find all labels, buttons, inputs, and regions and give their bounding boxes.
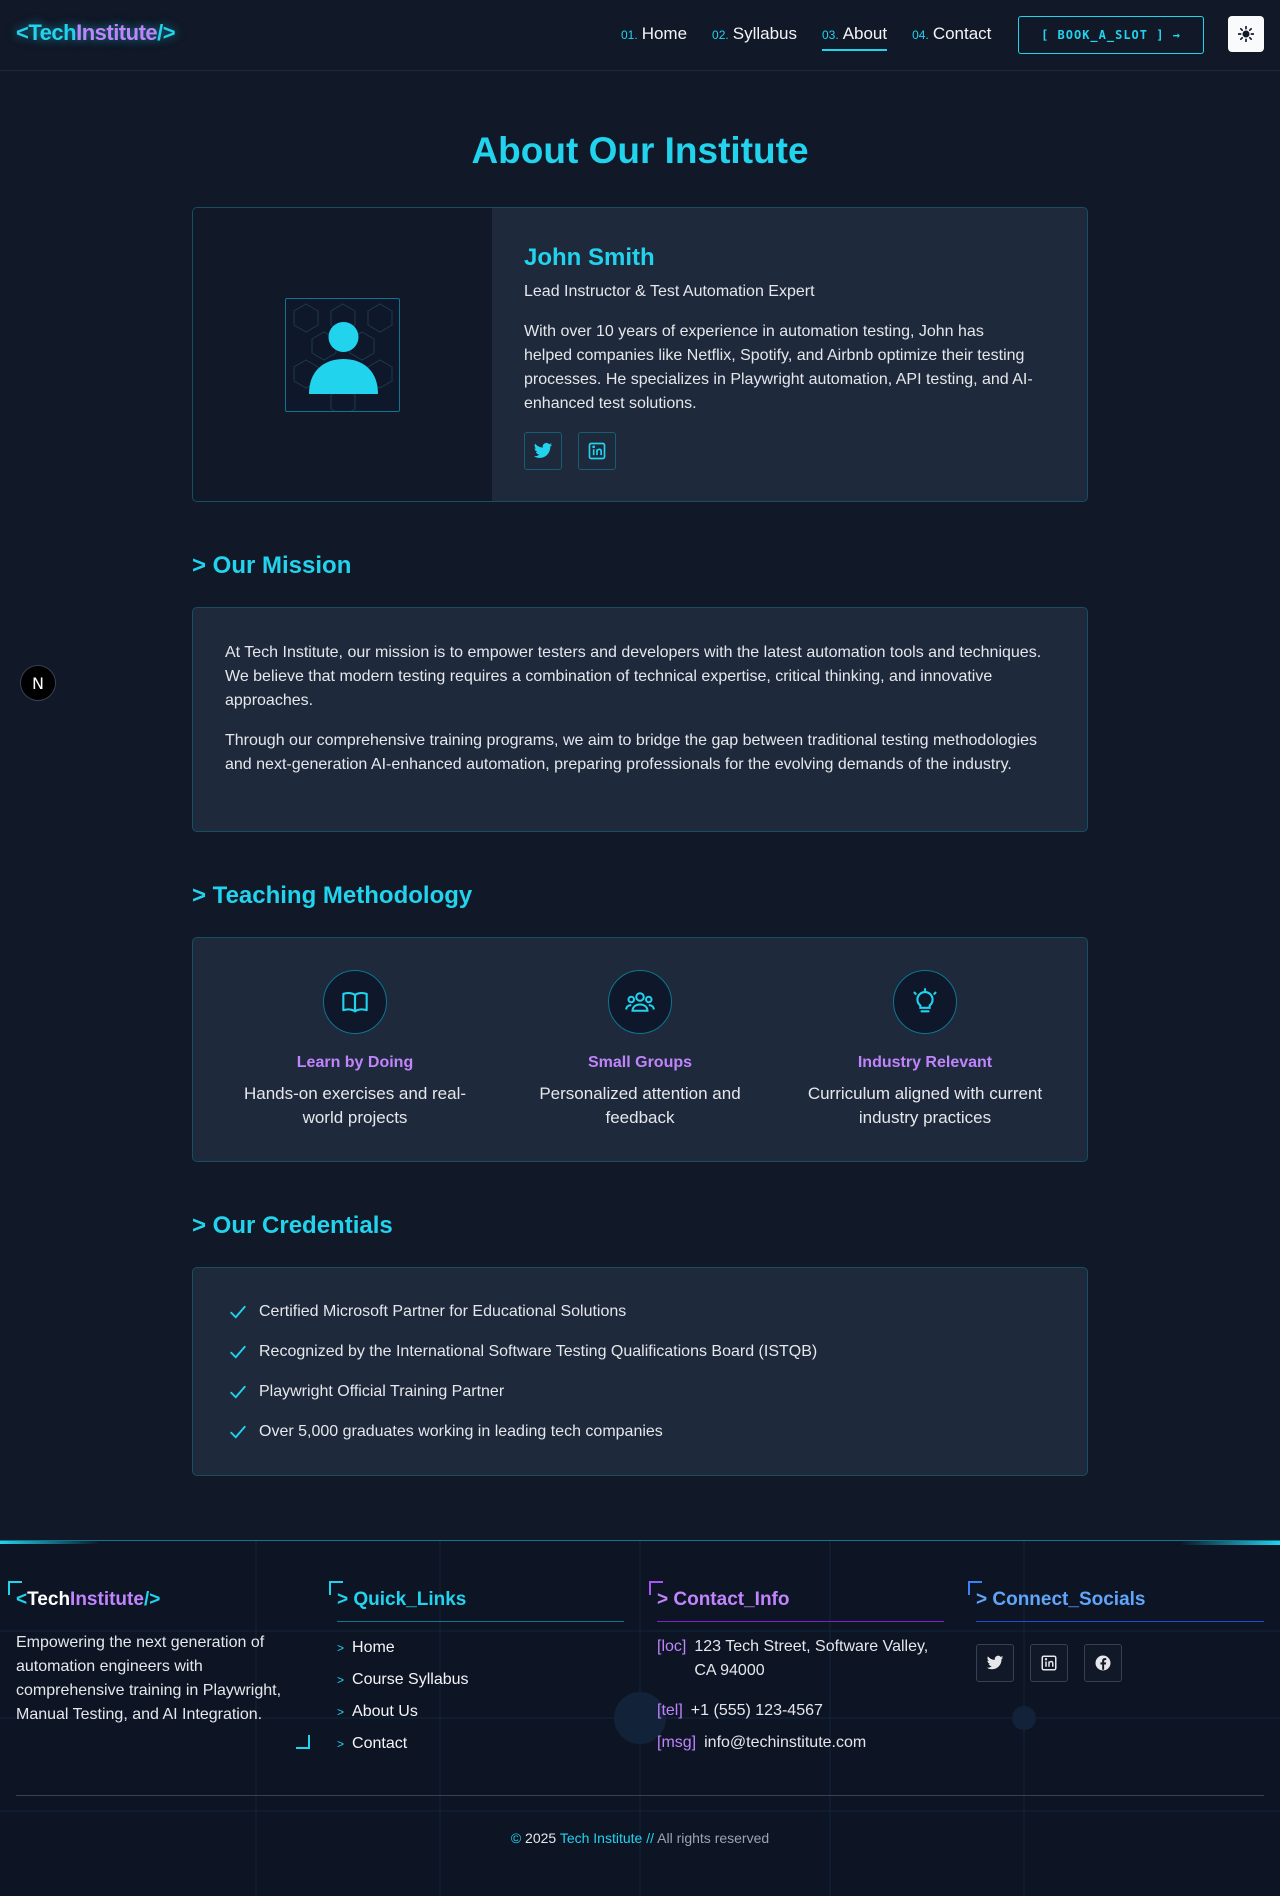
method-item: Industry Relevant Curriculum aligned wit… bbox=[805, 970, 1045, 1130]
twitter-icon bbox=[533, 442, 553, 458]
check-icon bbox=[230, 1345, 246, 1359]
instructor-linkedin-link[interactable] bbox=[578, 432, 616, 470]
instructor-role: Lead Instructor & Test Automation Expert bbox=[524, 283, 815, 300]
copyright: © 2025 Tech Institute // All rights rese… bbox=[510, 1830, 770, 1846]
method-desc: Personalized attention and feedback bbox=[539, 1084, 741, 1127]
credential-item: Playwright Official Training Partner bbox=[229, 1380, 504, 1404]
book-slot-button[interactable]: [ BOOK_A_SLOT ] → bbox=[1018, 16, 1204, 54]
methodology-card: Learn by Doing Hands-on exercises and re… bbox=[192, 937, 1088, 1162]
method-title: Industry Relevant bbox=[857, 1054, 993, 1071]
mission-card: At Tech Institute, our mission is to emp… bbox=[192, 607, 1088, 832]
mission-paragraph: Through our comprehensive training progr… bbox=[225, 732, 1038, 773]
method-item: Learn by Doing Hands-on exercises and re… bbox=[235, 970, 475, 1130]
check-icon bbox=[230, 1385, 246, 1399]
method-desc: Hands-on exercises and real-world projec… bbox=[243, 1084, 467, 1127]
instructor-twitter-link[interactable] bbox=[524, 432, 562, 470]
theme-toggle-button[interactable] bbox=[1228, 16, 1264, 52]
lightbulb-icon bbox=[913, 988, 937, 1013]
instructor-bio: With over 10 years of experience in auto… bbox=[524, 323, 1033, 412]
method-title: Small Groups bbox=[587, 1054, 693, 1071]
book-icon bbox=[342, 992, 368, 1013]
user-avatar-icon bbox=[293, 303, 393, 411]
footer: <TechInstitute/> Empowering the next gen… bbox=[0, 1540, 1280, 1896]
logo[interactable]: <TechInstitute/> bbox=[16, 20, 176, 46]
footer-link-contact[interactable]: > Contact bbox=[337, 1735, 407, 1753]
method-item: Small Groups Personalized attention and … bbox=[520, 970, 760, 1130]
mission-paragraph: At Tech Institute, our mission is to emp… bbox=[225, 644, 1042, 709]
linkedin-icon bbox=[1041, 1655, 1057, 1671]
method-desc: Curriculum aligned with current industry… bbox=[807, 1084, 1043, 1127]
nav-home[interactable]: 01. Home bbox=[621, 24, 687, 52]
contact-email[interactable]: [msg] info@techinstitute.com bbox=[657, 1731, 866, 1755]
footer-facebook-link[interactable] bbox=[1084, 1644, 1122, 1682]
contact-info-heading: > Contact_Info bbox=[657, 1589, 790, 1610]
credentials-heading: > Our Credentials bbox=[192, 1212, 393, 1239]
nav-about[interactable]: 03. About bbox=[822, 24, 888, 52]
footer-twitter-link[interactable] bbox=[976, 1644, 1014, 1682]
footer-tagline: Empowering the next generation of automa… bbox=[16, 1634, 282, 1723]
page-title: About Our Institute bbox=[471, 130, 809, 171]
credential-item: Certified Microsoft Partner for Educatio… bbox=[229, 1300, 626, 1324]
method-title: Learn by Doing bbox=[296, 1054, 414, 1071]
check-icon bbox=[230, 1425, 246, 1439]
instructor-name: John Smith bbox=[524, 244, 655, 271]
nav-contact[interactable]: 04. Contact bbox=[912, 24, 991, 52]
footer-linkedin-link[interactable] bbox=[1030, 1644, 1068, 1682]
nav-syllabus[interactable]: 02. Syllabus bbox=[712, 24, 797, 52]
credential-item: Recognized by the International Software… bbox=[229, 1340, 817, 1364]
linkedin-icon bbox=[588, 442, 606, 460]
credentials-card: Certified Microsoft Partner for Educatio… bbox=[192, 1267, 1088, 1476]
contact-phone[interactable]: [tel] +1 (555) 123-4567 bbox=[657, 1699, 823, 1723]
avatar bbox=[285, 298, 400, 412]
footer-link-home[interactable]: > Home bbox=[337, 1639, 395, 1657]
check-icon bbox=[230, 1305, 246, 1319]
facebook-icon bbox=[1095, 1655, 1111, 1671]
dev-tools-badge[interactable]: N bbox=[20, 665, 56, 701]
header: <TechInstitute/> 01. Home 02. Syllabus 03.… bbox=[0, 0, 1280, 71]
footer-link-syllabus[interactable]: > Course Syllabus bbox=[337, 1671, 469, 1689]
contact-address: [loc] 123 Tech Street, Software Valley, C… bbox=[657, 1638, 929, 1679]
quick-links-heading: > Quick_Links bbox=[337, 1589, 467, 1610]
methodology-heading: > Teaching Methodology bbox=[192, 882, 473, 909]
twitter-icon bbox=[986, 1655, 1004, 1670]
mission-heading: > Our Mission bbox=[192, 552, 352, 579]
footer-logo[interactable]: <TechInstitute/> bbox=[16, 1589, 160, 1611]
main-nav: 01. Home 02. Syllabus 03. About 04. Contact bbox=[621, 24, 1016, 52]
socials-heading: > Connect_Socials bbox=[976, 1589, 1146, 1610]
instructor-card: John Smith Lead Instructor & Test Automa… bbox=[192, 207, 1088, 502]
users-icon bbox=[625, 992, 655, 1012]
credential-item: Over 5,000 graduates working in leading … bbox=[229, 1420, 663, 1444]
sun-icon bbox=[1238, 26, 1254, 42]
avatar-panel bbox=[193, 208, 492, 501]
footer-link-about[interactable]: > About Us bbox=[337, 1703, 418, 1721]
